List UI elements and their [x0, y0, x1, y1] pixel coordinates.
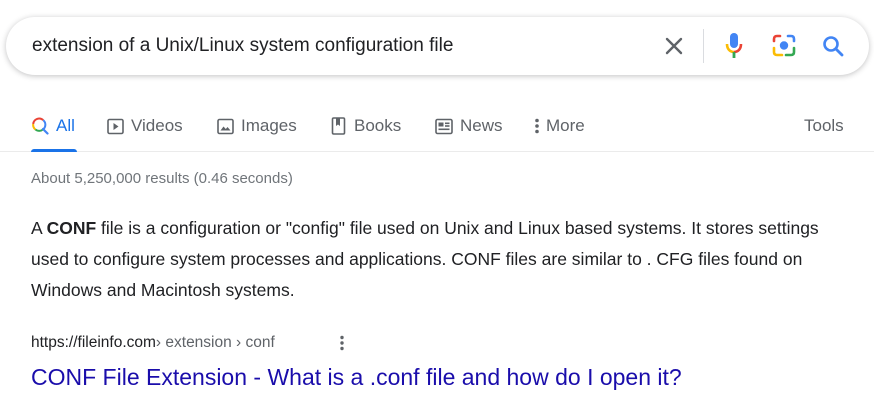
close-icon — [665, 37, 683, 55]
tools-button[interactable]: Tools — [804, 114, 844, 138]
tools-label: Tools — [804, 116, 844, 135]
search-box[interactable]: extension of a Unix/Linux system configu… — [6, 17, 869, 75]
tab-label: All — [56, 116, 75, 135]
tab-label: Books — [354, 116, 402, 135]
tab-books[interactable]: Books — [331, 114, 401, 138]
image-icon — [217, 118, 234, 134]
microphone-icon — [725, 33, 743, 58]
tab-label: Videos — [131, 116, 183, 135]
tab-label: Images — [241, 116, 297, 135]
result-domain: https://fileinfo.com — [31, 334, 156, 351]
book-icon — [331, 117, 346, 135]
image-search-button[interactable] — [767, 29, 801, 63]
featured-snippet: A CONF file is a configuration or "confi… — [31, 213, 861, 306]
search-input[interactable]: extension of a Unix/Linux system configu… — [32, 35, 453, 57]
news-icon — [435, 118, 453, 134]
active-tab-indicator — [31, 149, 77, 152]
video-icon — [107, 118, 124, 134]
result-title-link[interactable]: CONF File Extension - What is a .conf fi… — [31, 364, 682, 391]
search-tabs: All Videos Images Books News More Tools — [0, 100, 874, 152]
tab-all[interactable]: All — [31, 114, 75, 138]
voice-search-button[interactable] — [717, 29, 751, 63]
tab-images[interactable]: Images — [217, 114, 297, 138]
more-vert-icon — [340, 335, 344, 351]
tab-news[interactable]: News — [435, 114, 503, 138]
snippet-body: file is a configuration or "config" file… — [31, 218, 819, 300]
more-vert-icon — [535, 118, 539, 134]
clear-search-button[interactable] — [657, 29, 691, 63]
search-submit-button[interactable] — [816, 29, 850, 63]
result-path: › extension › conf — [155, 334, 275, 351]
snippet-highlight: CONF — [46, 218, 97, 238]
search-icon — [823, 36, 844, 57]
camera-lens-icon — [772, 34, 796, 57]
tab-videos[interactable]: Videos — [107, 114, 183, 138]
search-box-divider — [703, 29, 704, 63]
result-options-button[interactable] — [335, 333, 349, 353]
tab-label: News — [460, 116, 503, 135]
result-citation[interactable]: https://fileinfo.com › extension › conf — [31, 333, 275, 353]
snippet-prefix: A — [31, 218, 47, 238]
search-icon — [32, 117, 49, 135]
tab-more[interactable]: More — [534, 114, 585, 138]
tab-label: More — [546, 116, 585, 135]
result-stats: About 5,250,000 results (0.46 seconds) — [31, 170, 293, 187]
